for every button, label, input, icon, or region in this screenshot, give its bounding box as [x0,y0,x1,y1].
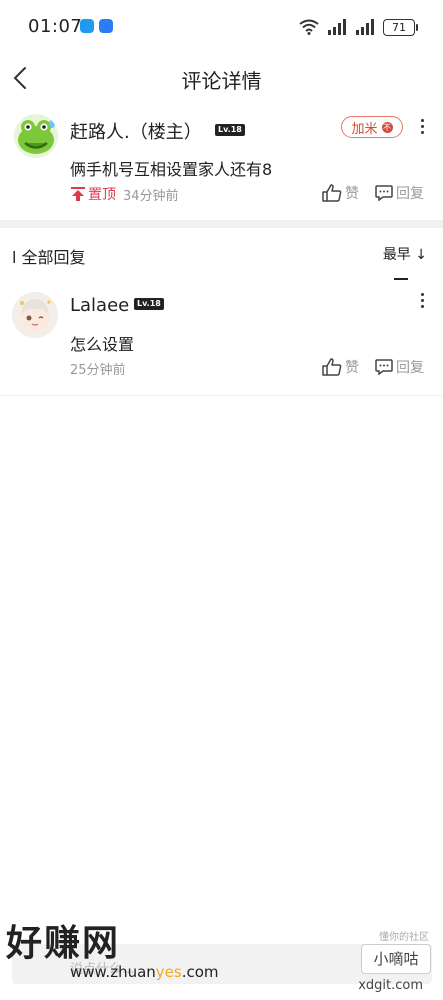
page-title: 评论详情 [181,69,262,93]
like-label: 赞 [345,186,359,202]
status-icons: 71 [299,16,418,38]
reply-button[interactable]: 回复 [375,183,424,203]
pinned-text: 置顶 [88,187,116,203]
watermark-left-brand: 好赚网 [6,923,121,964]
comment-text: 俩手机号互相设置家人还有8 [70,160,273,179]
notification-app-icon [99,19,113,33]
wifi-icon [299,19,319,35]
sort-underline [394,278,408,280]
like-button[interactable]: 赞 [322,183,359,203]
reply-like-label: 赞 [345,360,359,376]
more-options-icon[interactable] [419,119,425,134]
watermark-right-url: xdgit.com [358,978,423,993]
status-time: 01:07 [28,16,83,37]
nav-bar: 评论详情 [0,52,443,104]
reply-text: 怎么设置 [70,335,135,354]
signal-icon [328,19,346,35]
watermark-right-brand: 小嘀咕 [361,944,431,974]
messaging-app-icon [80,19,94,33]
pin-up-arrow-icon [71,187,85,201]
sort-toggle[interactable]: 最早 ↓ [383,244,427,264]
reply-reply-button[interactable]: 回复 [375,357,424,377]
reply-more-options-icon[interactable] [419,293,425,308]
status-bar: 01:07 71 [0,0,443,52]
follow-badge-icon: 不 [381,121,393,133]
replies-title: l 全部回复 [12,248,86,267]
frog-avatar-icon [18,120,55,154]
chat-bubble-icon [375,185,393,201]
comment-time: 34分钟前 [123,189,179,204]
section-divider [0,220,443,228]
reply-like-button[interactable]: 赞 [322,357,359,377]
reply-avatar[interactable] [12,292,58,338]
reply-divider [0,395,443,396]
watermark-left-url: www.zhuanyes.com [70,963,219,981]
thumbs-up-icon [322,358,342,376]
author-username[interactable]: 赶路人.（楼主） [70,118,202,144]
author-avatar[interactable] [14,114,58,158]
thumbs-up-icon [322,184,342,202]
follow-label: 加米 [351,121,378,137]
signal-icon-2 [356,19,374,35]
replies-header: l 全部回复 最早 ↓ [0,228,443,280]
pinned-label: 置顶 [70,184,116,204]
bottom-bar: 说点什么... 好赚网 www.zhuanyes.com 懂你的社区 小嘀咕 x… [0,923,443,1000]
reply-level-badge: Lv.18 [134,298,164,310]
follow-button[interactable]: 加米 不 [341,116,403,138]
reply-time: 25分钟前 [70,363,126,378]
watermark-right-tagline: 懂你的社区 [379,932,429,943]
anime-girl-avatar-icon [20,299,51,331]
reply-reply-label: 回复 [396,360,424,376]
reply-username[interactable]: Lalaee [70,295,129,316]
battery-indicator: 71 [383,18,418,36]
reply-label: 回复 [396,186,424,202]
author-level-badge: Lv.18 [215,124,245,136]
chat-bubble-icon [375,359,393,375]
